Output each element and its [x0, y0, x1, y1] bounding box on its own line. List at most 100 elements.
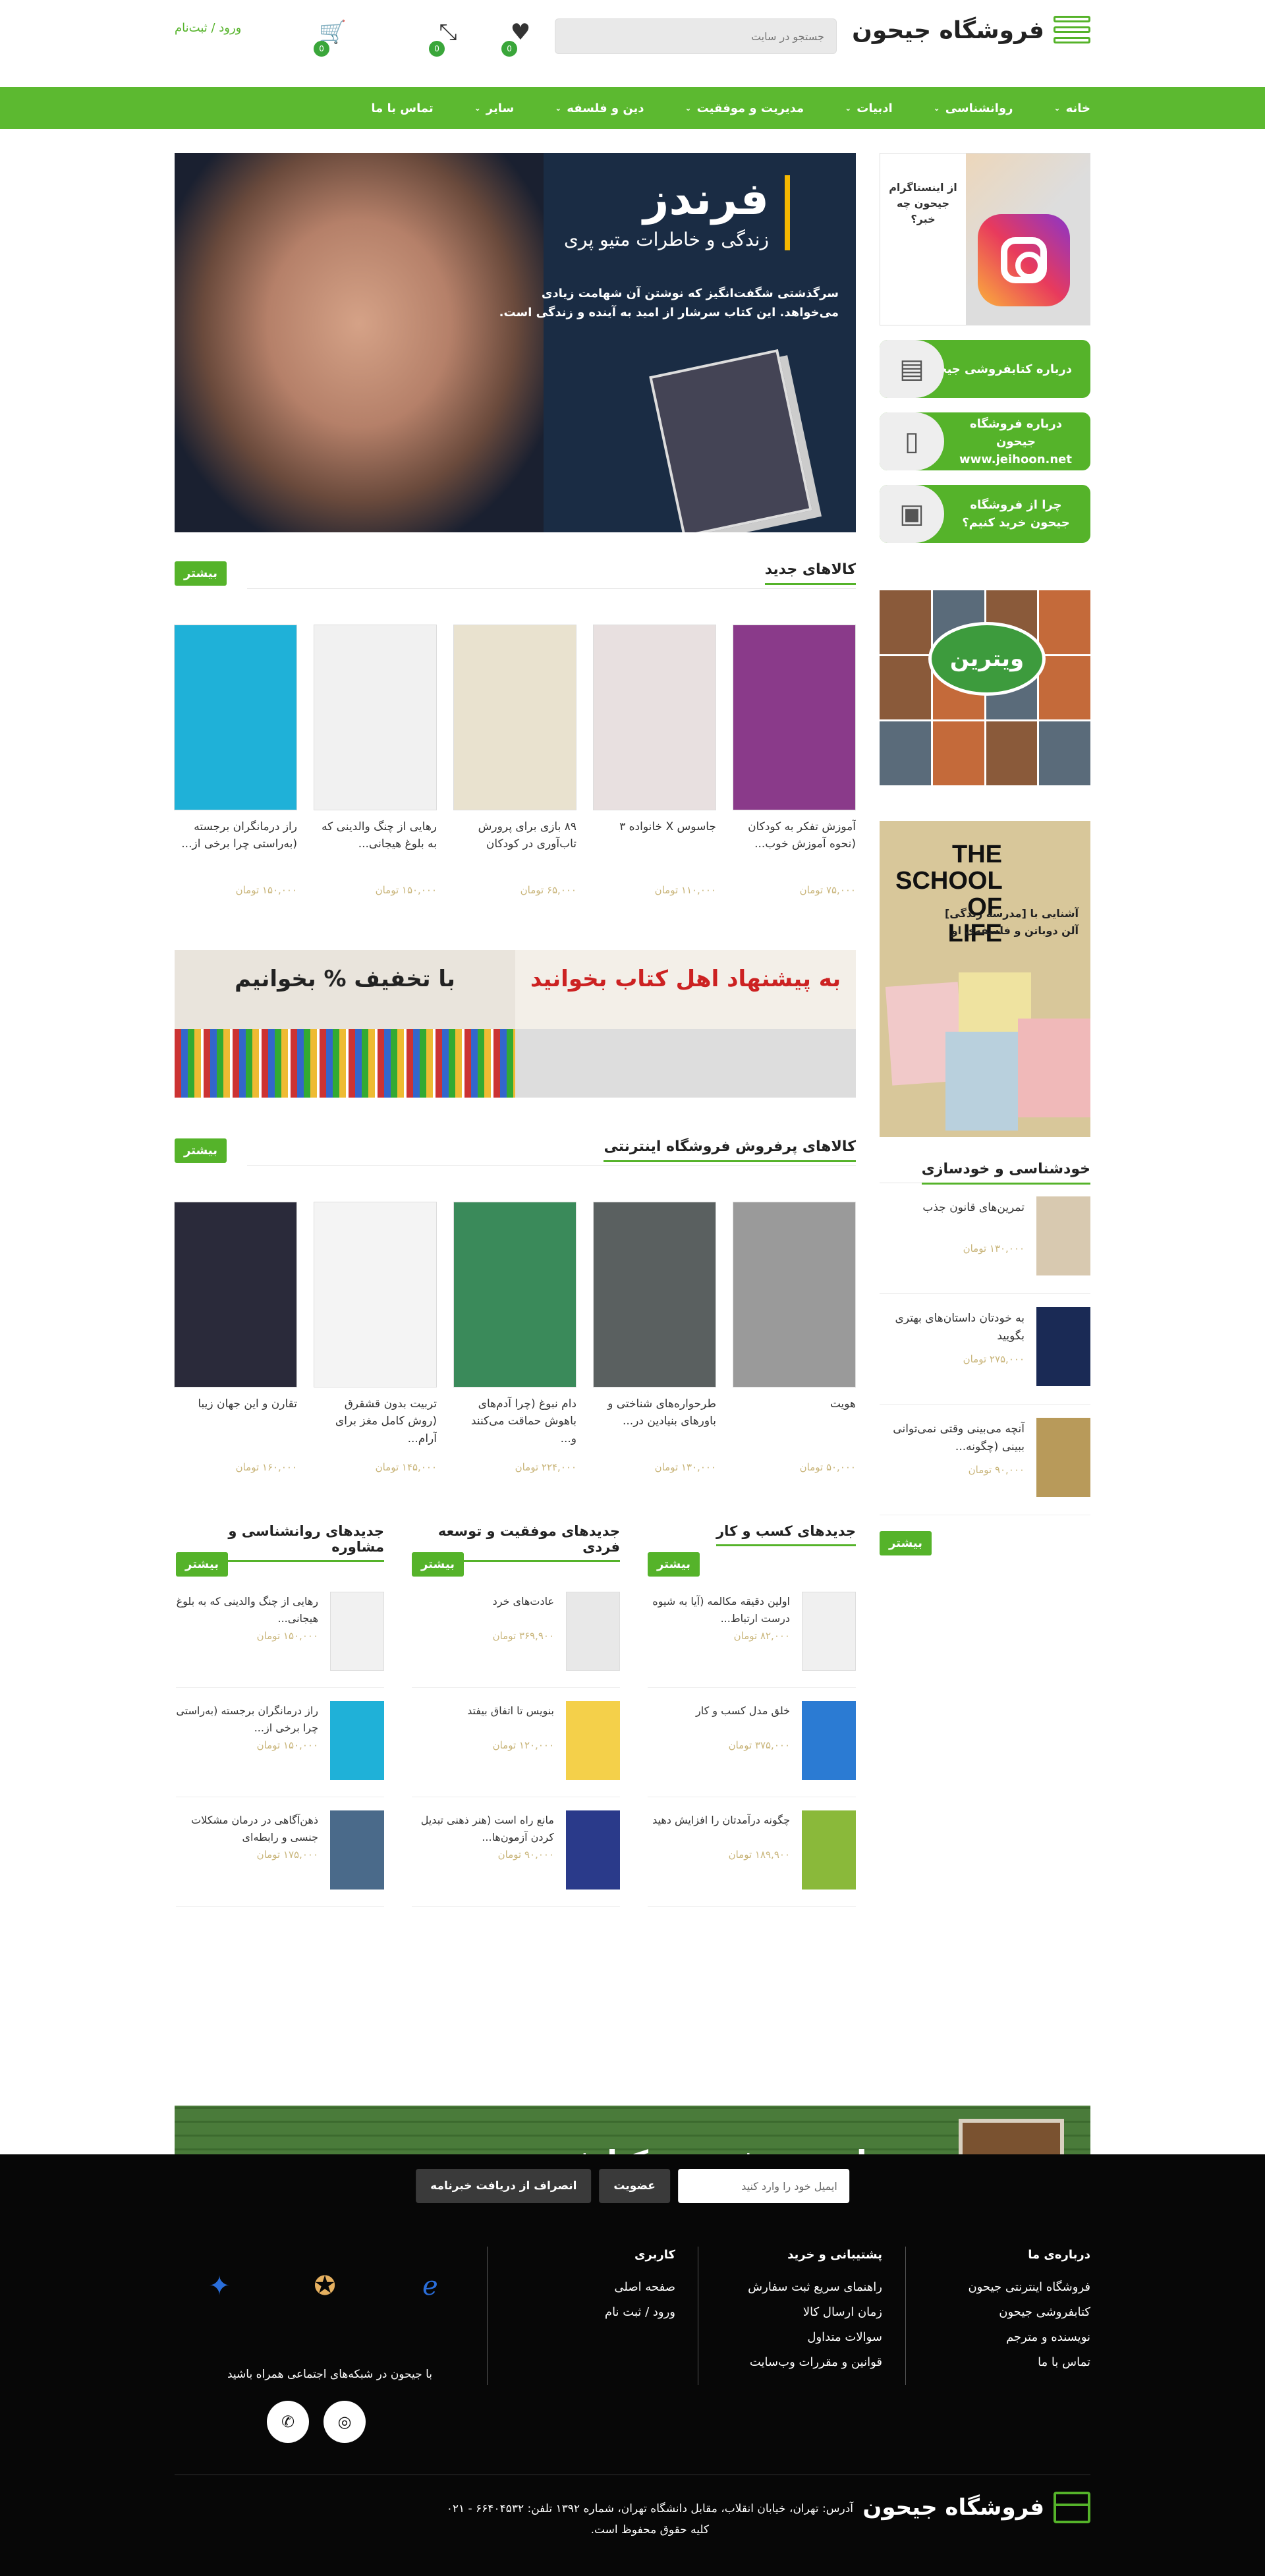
book-cover	[330, 1701, 384, 1780]
chevron-down-icon: ⌄	[933, 103, 940, 113]
more-button[interactable]: بیشتر	[648, 1552, 700, 1577]
whatsapp-icon[interactable]: ✆	[267, 2401, 309, 2443]
enamad-icon[interactable]: ℯ	[397, 2253, 463, 2319]
recommend-banner[interactable]: به پیشنهاد اهل کتاب بخوانید	[515, 950, 856, 1098]
more-button[interactable]: بیشتر	[880, 1531, 932, 1555]
book-image	[945, 1032, 1018, 1131]
product-card[interactable]: ۸۹ بازی برای پرورش تاب‌آوری در کودکان ۶۵,…	[453, 625, 576, 896]
product-card[interactable]: دام نبوغ (چرا آدم‌های باهوش حماقت می‌کنن…	[453, 1202, 576, 1473]
vitrin-banner[interactable]: ویترین	[880, 590, 1090, 785]
book-cover	[566, 1701, 620, 1780]
nav-psychology[interactable]: روانشناسی ⌄	[934, 101, 1013, 115]
product-card[interactable]: تربیت بدون قشقرق (روش کامل مغز برای آرام…	[314, 1202, 437, 1473]
logo-text: فروشگاه جیحون	[852, 16, 1044, 44]
product-card[interactable]: راز درمانگران برجسته (به‌راستی چرا برخی …	[174, 625, 297, 896]
psychology-column: جدیدهای روانشناسی و مشاوره بیشتر رهایی از…	[176, 1523, 384, 1907]
business-column: جدیدهای کسب و کار بیشتر اولین دقیقه مکالم…	[648, 1523, 856, 1907]
cart-button[interactable]: 🛒 0	[314, 16, 349, 57]
footer-link[interactable]: ورود / ثبت نام	[605, 2300, 675, 2325]
newsletter-email-input[interactable]: ایمیل خود را وارد کنید	[677, 2169, 849, 2203]
nav-literature[interactable]: ادبیات ⌄	[845, 101, 892, 115]
footer-link[interactable]: قوانین و مقررات وب‌سایت	[748, 2350, 882, 2375]
compare-icon: ⤡	[439, 19, 457, 45]
list-item[interactable]: آنچه می‌بینی وقتی نمی‌توانی ببینی (چگونه…	[880, 1405, 1090, 1515]
product-card[interactable]: جاسوس X خانواده ۳ ۱۱۰,۰۰۰ تومان	[593, 625, 716, 896]
section-title: جدیدهای کسب و کار	[716, 1523, 856, 1546]
nav-contact[interactable]: تماس با ما	[371, 101, 433, 115]
list-item[interactable]: خلق مدل کسب و کار ۳۷۵,۰۰۰ تومان	[648, 1688, 856, 1797]
footer-link[interactable]: سوالات متداول	[748, 2325, 882, 2350]
footer-support: پشتیبانی و خرید راهنمای سریع ثبت سفارش ز…	[748, 2248, 882, 2375]
newsletter-form: انصراف از دریافت خبرنامه عضویت ایمیل خود…	[416, 2169, 849, 2203]
certificate-icon[interactable]: ✦	[186, 2253, 252, 2319]
footer-link[interactable]: زمان ارسال کالا	[748, 2300, 882, 2325]
about-bookstore-button[interactable]: درباره کتابفروشی جیحون ▤	[880, 340, 1090, 398]
list-item[interactable]: رهایی از چنگ والدینی که به بلوغ هیجانی..…	[176, 1579, 384, 1688]
login-link[interactable]: ورود / ثبت‌نام	[175, 21, 241, 35]
book-cover	[593, 625, 716, 810]
subscribe-button[interactable]: عضویت	[599, 2169, 670, 2203]
wishlist-button[interactable]: ♥ 0	[501, 16, 537, 57]
promo-banners: به پیشنهاد اهل کتاب بخوانید با تخفیف % ب…	[175, 950, 856, 1098]
hero-title: فرندز	[643, 173, 769, 225]
footer-link[interactable]: تماس با ما	[968, 2350, 1090, 2375]
footer-link[interactable]: کتابفروشی جیحون	[968, 2300, 1090, 2325]
school-of-life-banner[interactable]: THE SCHOOL OF LIFE آشنایی با [مدرسه زندگ…	[880, 821, 1090, 1137]
list-item[interactable]: عادت‌های خرد ۳۶۹,۹۰۰ تومان	[412, 1579, 620, 1688]
list-item[interactable]: تمرین‌های قانون جذب ۱۳۰,۰۰۰ تومان	[880, 1183, 1090, 1294]
product-card[interactable]: رهایی از چنگ والدینی که به بلوغ هیجانی..…	[314, 625, 437, 896]
cart-count: 0	[314, 41, 329, 57]
section-title: کالاهای پرفروش فروشگاه اینترنتی	[604, 1138, 856, 1162]
list-item[interactable]: ذهن‌آگاهی در درمان مشکلات جنسی و رابطه‌ا…	[176, 1797, 384, 1907]
hero-portrait	[175, 153, 544, 532]
site-logo[interactable]: فروشگاه جیحون	[852, 14, 1090, 46]
footer-logo[interactable]: فروشگاه جیحون	[862, 2492, 1090, 2523]
chevron-down-icon: ⌄	[555, 103, 562, 113]
nav-home[interactable]: خانه ⌄	[1054, 101, 1090, 115]
footer-link[interactable]: صفحه اصلی	[605, 2275, 675, 2300]
list-item[interactable]: مانع راه است (هنر ذهنی تبدیل کردن آزمون‌…	[412, 1797, 620, 1907]
book-cover	[314, 625, 437, 810]
search-input[interactable]	[555, 18, 837, 54]
more-button[interactable]: بیشتر	[175, 561, 227, 586]
product-card[interactable]: آموزش تفکر به کودکان (نحوه آموزش خوب... ۷…	[733, 625, 856, 896]
footer-link[interactable]: نویسنده و مترجم	[968, 2325, 1090, 2350]
hero-book-image	[649, 349, 812, 532]
list-item[interactable]: اولین دقیقه مکالمه (آیا به شیوه درست ارت…	[648, 1579, 856, 1688]
footer-logo-text: فروشگاه جیحون	[862, 2494, 1044, 2521]
samandehi-icon[interactable]: ✪	[292, 2253, 358, 2319]
unsubscribe-button[interactable]: انصراف از دریافت خبرنامه	[416, 2169, 592, 2203]
product-card[interactable]: تقارن و این جهان زیبا ۱۶۰,۰۰۰ تومان	[174, 1202, 297, 1473]
footer-link[interactable]: فروشگاه اینترنتی جیحون	[968, 2275, 1090, 2300]
about-shop-button[interactable]: درباره فروشگاه جیحون www.jeihoon.net ▯	[880, 412, 1090, 470]
why-buy-button[interactable]: چرا از فروشگاه جیحون خرید کنیم؟ ▣	[880, 485, 1090, 543]
list-item[interactable]: بنویس تا اتفاق بیفتد ۱۲۰,۰۰۰ تومان	[412, 1688, 620, 1797]
book-cover	[174, 1202, 297, 1387]
nav-management[interactable]: مدیریت و موفقیت ⌄	[685, 101, 804, 115]
nav-religion[interactable]: دین و فلسفه ⌄	[555, 101, 644, 115]
phone-icon: ▯	[880, 412, 944, 470]
divider	[487, 2247, 488, 2385]
list-item[interactable]: راز درمانگران برجسته (به‌راستی چرا برخی …	[176, 1688, 384, 1797]
more-button[interactable]: بیشتر	[175, 1138, 227, 1163]
footer-user: کاربری صفحه اصلی ورود / ثبت نام	[605, 2248, 675, 2325]
hero-banner[interactable]: فرندز زندگی و خاطرات متیو پری سرگذشتی شگ…	[175, 153, 856, 532]
product-card[interactable]: طرحواره‌های شناختی و باورهای بنیادین در.…	[593, 1202, 716, 1473]
school-subtitle: آشنایی با [مدرسه زندگی] آلن دوباتن و فلس…	[944, 907, 1079, 937]
banner-caption: به پیشنهاد اهل کتاب بخوانید	[530, 966, 841, 992]
compare-button[interactable]: ⤡ 0	[429, 16, 464, 57]
section-title: خودشناسی و خودسازی	[921, 1161, 1090, 1185]
trust-badges: ℯ ✪ ✦	[186, 2253, 463, 2319]
list-item[interactable]: به خودتان داستان‌های بهتری بگویید ۲۷۵,۰۰…	[880, 1294, 1090, 1405]
book-image	[1018, 1019, 1090, 1117]
instagram-icon[interactable]: ◎	[323, 2401, 366, 2443]
more-button[interactable]: بیشتر	[176, 1552, 228, 1577]
instagram-banner[interactable]: از اینستاگرام جیحون چه خبر؟	[880, 153, 1090, 325]
more-button[interactable]: بیشتر	[412, 1552, 464, 1577]
book-cover	[453, 625, 576, 810]
nav-other[interactable]: سایر ⌄	[474, 101, 514, 115]
footer-link[interactable]: راهنمای سریع ثبت سفارش	[748, 2275, 882, 2300]
discount-banner[interactable]: با تخفیف % بخوانیم	[175, 950, 515, 1098]
list-item[interactable]: چگونه درآمدتان را افزایش دهید ۱۸۹,۹۰۰ توم…	[648, 1797, 856, 1907]
product-card[interactable]: هویت ۵۰,۰۰۰ تومان	[733, 1202, 856, 1473]
